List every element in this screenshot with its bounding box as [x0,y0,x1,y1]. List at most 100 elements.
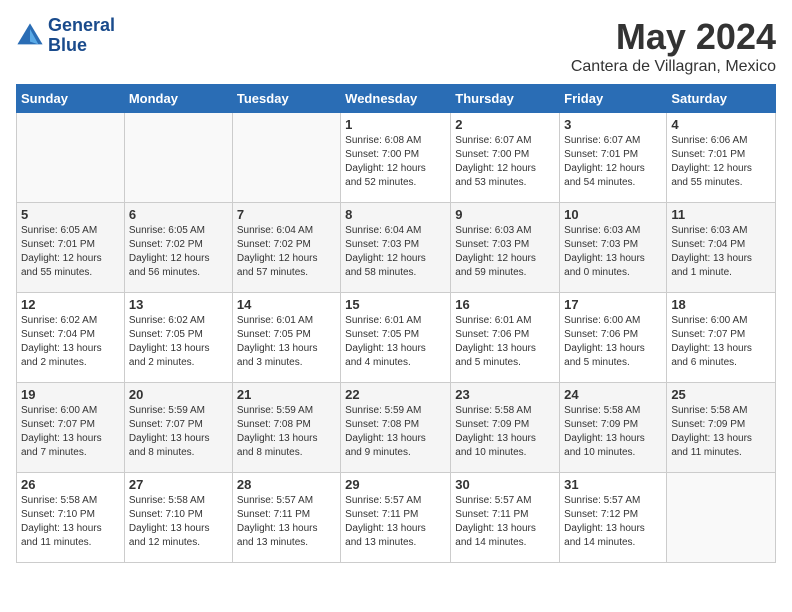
weekday-header-friday: Friday [560,85,667,113]
calendar-cell: 3 Sunrise: 6:07 AM Sunset: 7:01 PM Daylig… [560,113,667,203]
week-row-2: 5 Sunrise: 6:05 AM Sunset: 7:01 PM Daylig… [17,203,776,293]
calendar-cell: 13 Sunrise: 6:02 AM Sunset: 7:05 PM Dayli… [124,293,232,383]
calendar-cell: 4Sunrise: 6:06 AM Sunset: 7:01 PM Daylig… [667,113,776,203]
day-number: 6 [129,207,228,222]
day-info: Sunrise: 6:02 AM Sunset: 7:04 PM Dayligh… [21,314,120,370]
weekday-header-row: SundayMondayTuesdayWednesdayThursdayFrid… [17,85,776,113]
day-info: Sunrise: 6:01 AM Sunset: 7:06 PM Dayligh… [455,314,555,370]
week-row-1: 1 Sunrise: 6:08 AM Sunset: 7:00 PM Daylig… [17,113,776,203]
day-info: Sunrise: 5:58 AM Sunset: 7:10 PM Dayligh… [21,494,120,550]
day-info: Sunrise: 6:00 AM Sunset: 7:07 PM Dayligh… [21,404,120,460]
calendar-cell: 10 Sunrise: 6:03 AM Sunset: 7:03 PM Dayli… [560,203,667,293]
day-number: 9 [455,207,555,222]
day-number: 10 [564,207,662,222]
week-row-3: 12Sunrise: 6:02 AM Sunset: 7:04 PM Dayli… [17,293,776,383]
day-number: 4 [671,117,771,132]
day-number: 26 [21,477,120,492]
day-info: Sunrise: 6:01 AM Sunset: 7:05 PM Dayligh… [345,314,446,370]
calendar-cell: 16Sunrise: 6:01 AM Sunset: 7:06 PM Dayli… [451,293,560,383]
title-area: May 2024 Cantera de Villagran, Mexico [571,16,776,76]
day-info: Sunrise: 5:58 AM Sunset: 7:09 PM Dayligh… [671,404,771,460]
day-info: Sunrise: 5:59 AM Sunset: 7:08 PM Dayligh… [237,404,336,460]
day-number: 25 [671,387,771,402]
day-number: 13 [129,297,228,312]
calendar-cell: 6 Sunrise: 6:05 AM Sunset: 7:02 PM Daylig… [124,203,232,293]
day-number: 31 [564,477,662,492]
calendar-cell: 11 Sunrise: 6:03 AM Sunset: 7:04 PM Dayli… [667,203,776,293]
calendar-cell: 27 Sunrise: 5:58 AM Sunset: 7:10 PM Dayli… [124,473,232,563]
day-info: Sunrise: 5:57 AM Sunset: 7:11 PM Dayligh… [345,494,446,550]
calendar-cell: 12Sunrise: 6:02 AM Sunset: 7:04 PM Dayli… [17,293,125,383]
day-info: Sunrise: 6:00 AM Sunset: 7:07 PM Dayligh… [671,314,771,370]
day-number: 7 [237,207,336,222]
day-info: Sunrise: 6:07 AM Sunset: 7:01 PM Dayligh… [564,134,662,190]
calendar-cell: 2 Sunrise: 6:07 AM Sunset: 7:00 PM Daylig… [451,113,560,203]
day-info: Sunrise: 6:07 AM Sunset: 7:00 PM Dayligh… [455,134,555,190]
page-header: General Blue May 2024 Cantera de Villagr… [16,16,776,76]
calendar-cell: 19 Sunrise: 6:00 AM Sunset: 7:07 PM Dayli… [17,383,125,473]
day-info: Sunrise: 5:57 AM Sunset: 7:11 PM Dayligh… [455,494,555,550]
day-number: 27 [129,477,228,492]
day-number: 29 [345,477,446,492]
calendar-cell: 5 Sunrise: 6:05 AM Sunset: 7:01 PM Daylig… [17,203,125,293]
day-number: 22 [345,387,446,402]
calendar-cell: 9 Sunrise: 6:03 AM Sunset: 7:03 PM Daylig… [451,203,560,293]
day-info: Sunrise: 6:01 AM Sunset: 7:05 PM Dayligh… [237,314,336,370]
day-number: 15 [345,297,446,312]
calendar-cell: 30 Sunrise: 5:57 AM Sunset: 7:11 PM Dayli… [451,473,560,563]
day-number: 14 [237,297,336,312]
day-number: 30 [455,477,555,492]
day-info: Sunrise: 5:57 AM Sunset: 7:11 PM Dayligh… [237,494,336,550]
day-number: 3 [564,117,662,132]
calendar-cell [667,473,776,563]
weekday-header-thursday: Thursday [451,85,560,113]
day-info: Sunrise: 5:58 AM Sunset: 7:09 PM Dayligh… [564,404,662,460]
day-number: 11 [671,207,771,222]
weekday-header-tuesday: Tuesday [232,85,340,113]
calendar-cell [124,113,232,203]
logo-icon [16,22,44,50]
logo: General Blue [16,16,115,56]
calendar-cell: 28 Sunrise: 5:57 AM Sunset: 7:11 PM Dayli… [232,473,340,563]
calendar-cell: 8 Sunrise: 6:04 AM Sunset: 7:03 PM Daylig… [341,203,451,293]
day-info: Sunrise: 6:02 AM Sunset: 7:05 PM Dayligh… [129,314,228,370]
day-number: 8 [345,207,446,222]
day-number: 17 [564,297,662,312]
day-number: 2 [455,117,555,132]
day-info: Sunrise: 6:03 AM Sunset: 7:03 PM Dayligh… [455,224,555,280]
day-number: 23 [455,387,555,402]
day-number: 18 [671,297,771,312]
calendar-cell: 23Sunrise: 5:58 AM Sunset: 7:09 PM Dayli… [451,383,560,473]
location-title: Cantera de Villagran, Mexico [571,58,776,76]
day-number: 28 [237,477,336,492]
day-info: Sunrise: 6:03 AM Sunset: 7:03 PM Dayligh… [564,224,662,280]
logo-text: General Blue [48,16,115,56]
day-number: 19 [21,387,120,402]
day-info: Sunrise: 6:03 AM Sunset: 7:04 PM Dayligh… [671,224,771,280]
week-row-4: 19 Sunrise: 6:00 AM Sunset: 7:07 PM Dayli… [17,383,776,473]
calendar-cell: 22 Sunrise: 5:59 AM Sunset: 7:08 PM Dayli… [341,383,451,473]
day-info: Sunrise: 6:04 AM Sunset: 7:03 PM Dayligh… [345,224,446,280]
weekday-header-wednesday: Wednesday [341,85,451,113]
calendar-table: SundayMondayTuesdayWednesdayThursdayFrid… [16,84,776,563]
calendar-cell: 1 Sunrise: 6:08 AM Sunset: 7:00 PM Daylig… [341,113,451,203]
day-info: Sunrise: 6:04 AM Sunset: 7:02 PM Dayligh… [237,224,336,280]
calendar-cell: 14 Sunrise: 6:01 AM Sunset: 7:05 PM Dayli… [232,293,340,383]
calendar-cell: 25 Sunrise: 5:58 AM Sunset: 7:09 PM Dayli… [667,383,776,473]
calendar-cell: 29 Sunrise: 5:57 AM Sunset: 7:11 PM Dayli… [341,473,451,563]
day-info: Sunrise: 5:59 AM Sunset: 7:07 PM Dayligh… [129,404,228,460]
day-number: 21 [237,387,336,402]
day-info: Sunrise: 6:05 AM Sunset: 7:02 PM Dayligh… [129,224,228,280]
calendar-cell: 26 Sunrise: 5:58 AM Sunset: 7:10 PM Dayli… [17,473,125,563]
day-info: Sunrise: 6:08 AM Sunset: 7:00 PM Dayligh… [345,134,446,190]
day-info: Sunrise: 5:58 AM Sunset: 7:10 PM Dayligh… [129,494,228,550]
calendar-cell: 31Sunrise: 5:57 AM Sunset: 7:12 PM Dayli… [560,473,667,563]
day-info: Sunrise: 6:05 AM Sunset: 7:01 PM Dayligh… [21,224,120,280]
calendar-cell: 18 Sunrise: 6:00 AM Sunset: 7:07 PM Dayli… [667,293,776,383]
day-number: 5 [21,207,120,222]
day-number: 1 [345,117,446,132]
week-row-5: 26 Sunrise: 5:58 AM Sunset: 7:10 PM Dayli… [17,473,776,563]
weekday-header-saturday: Saturday [667,85,776,113]
day-info: Sunrise: 5:59 AM Sunset: 7:08 PM Dayligh… [345,404,446,460]
calendar-cell: 15 Sunrise: 6:01 AM Sunset: 7:05 PM Dayli… [341,293,451,383]
